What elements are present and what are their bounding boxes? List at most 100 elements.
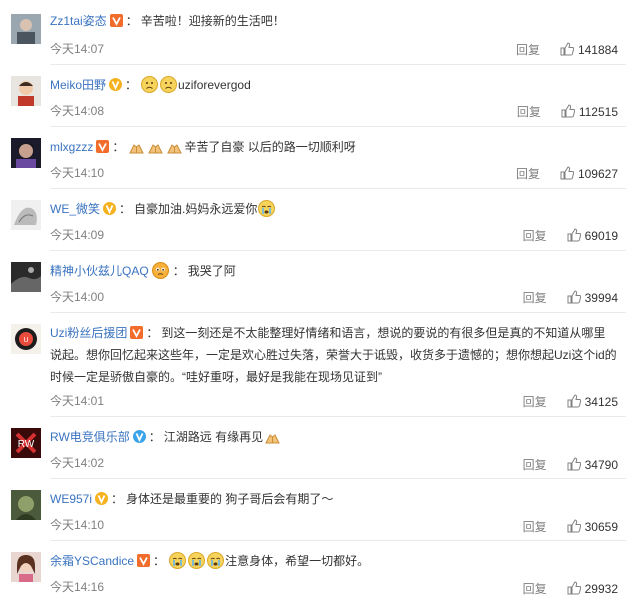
- like-count: 34125: [584, 395, 618, 409]
- username[interactable]: Zz1tai姿态: [50, 14, 107, 28]
- like-count: 30659: [584, 520, 618, 534]
- thumbs-up-icon: [567, 581, 581, 595]
- verified-badge-icon: [132, 430, 146, 443]
- comment-time: 今天14:01: [50, 394, 105, 408]
- comment-text: 注意身体，希望一切都好。: [225, 554, 370, 568]
- thumbs-up-icon: [567, 457, 581, 471]
- verified-badge-icon: [109, 14, 123, 27]
- comment-content: Meiko田野： uziforevergod: [50, 76, 251, 93]
- reply-button[interactable]: 回复: [523, 456, 547, 473]
- crying-face-icon: [169, 552, 187, 569]
- username[interactable]: Uzi粉丝后援团: [50, 326, 127, 340]
- avatar[interactable]: [11, 262, 41, 292]
- reply-button[interactable]: 回复: [523, 227, 547, 244]
- reply-button[interactable]: 回复: [523, 289, 547, 306]
- like-count: 34790: [584, 458, 618, 472]
- divider: [50, 188, 626, 189]
- teary-face-icon: [151, 262, 169, 279]
- reply-button[interactable]: 回复: [516, 41, 540, 58]
- comment-content: 余霜YSCandice：注意身体，希望一切都好。: [50, 552, 370, 569]
- username[interactable]: mlxgzzz: [50, 140, 93, 154]
- reply-button[interactable]: 回复: [523, 393, 547, 410]
- comment-text: 辛苦啦！迎接新的生活吧！: [140, 14, 285, 28]
- thumbs-up-icon: [567, 290, 581, 304]
- comment-text: 我哭了阿: [187, 264, 236, 278]
- comment-time: 今天14:08: [50, 104, 105, 118]
- thumbs-up-icon: [560, 166, 575, 180]
- username[interactable]: 精神小伙兹儿QAQ: [50, 264, 149, 278]
- verified-badge-icon: [130, 326, 144, 339]
- verified-badge-icon: [103, 202, 117, 215]
- thumbs-up-icon: [567, 394, 581, 408]
- svg-text:U: U: [23, 337, 28, 344]
- comment-actions: 回复 141884: [516, 41, 618, 58]
- comment-time: 今天14:10: [50, 166, 105, 180]
- verified-badge-icon: [95, 492, 109, 505]
- divider: [50, 416, 626, 417]
- username[interactable]: WE_微笑: [50, 202, 100, 216]
- comment-content: Zz1tai姿态：辛苦啦！迎接新的生活吧！: [50, 14, 285, 28]
- avatar[interactable]: RW: [11, 428, 41, 458]
- comment-content: mlxgzzz：辛苦了自豪 以后的路一切顺利呀: [50, 140, 356, 154]
- divider: [50, 478, 626, 479]
- comment-content: RW电竞俱乐部：江湖路远 有缘再见: [50, 426, 618, 448]
- like-button[interactable]: 141884: [560, 42, 618, 57]
- username[interactable]: Meiko田野: [50, 78, 106, 92]
- comment-actions: 回复 109627: [516, 165, 618, 182]
- comment-time: 今天14:16: [50, 580, 105, 594]
- comment-actions: 回复 112515: [517, 103, 618, 120]
- divider: [50, 540, 626, 541]
- avatar[interactable]: [11, 76, 41, 106]
- comment-text: 江湖路远 有缘再见: [163, 430, 264, 444]
- svg-text:RW: RW: [18, 439, 35, 450]
- avatar[interactable]: [11, 490, 41, 520]
- reply-button[interactable]: 回复: [523, 518, 547, 535]
- username[interactable]: 余霜YSCandice: [50, 554, 134, 568]
- like-button[interactable]: 112515: [561, 104, 618, 119]
- divider: [50, 250, 626, 251]
- username[interactable]: RW电竞俱乐部: [50, 430, 130, 444]
- praying-hands-icon: [264, 428, 281, 445]
- comment-time: 今天14:10: [50, 518, 105, 532]
- comment-content: 精神小伙兹儿QAQ：我哭了阿: [50, 262, 236, 279]
- verified-badge-icon: [137, 554, 151, 567]
- crying-face-icon: [207, 552, 225, 569]
- comment-text: 身体还是最重要的 狗子哥后会有期了～: [126, 492, 334, 506]
- avatar[interactable]: U: [11, 324, 41, 354]
- divider: [50, 126, 626, 127]
- crying-face-icon: [258, 200, 276, 217]
- comment-actions: 回复 30659: [523, 518, 618, 535]
- thumbs-up-icon: [561, 104, 575, 118]
- avatar[interactable]: [11, 200, 41, 230]
- thumbs-up-icon: [560, 42, 575, 56]
- comment-content: Uzi粉丝后援团：到这一刻还是不太能整理好情绪和语言，想说的要说的有很多但是真的…: [50, 326, 617, 384]
- divider: [50, 64, 626, 65]
- like-button[interactable]: 30659: [567, 519, 618, 534]
- divider: [50, 312, 626, 313]
- avatar[interactable]: [11, 138, 41, 168]
- comment-content: WE_微笑：自豪加油.妈妈永远爱你: [50, 198, 618, 220]
- comment-text: 自豪加油.妈妈永远爱你: [134, 202, 258, 216]
- like-button[interactable]: 29932: [567, 581, 618, 596]
- username[interactable]: WE957i: [50, 492, 92, 506]
- reply-button[interactable]: 回复: [516, 165, 540, 182]
- like-button[interactable]: 34125: [567, 394, 618, 409]
- avatar[interactable]: [11, 14, 41, 44]
- like-button[interactable]: 69019: [567, 228, 618, 243]
- like-button[interactable]: 39994: [567, 290, 618, 305]
- reply-button[interactable]: 回复: [523, 580, 547, 597]
- like-count: 39994: [584, 291, 618, 305]
- comment-actions: 回复 34125: [523, 393, 618, 410]
- comment-actions: 回复 69019: [523, 227, 618, 244]
- like-button[interactable]: 109627: [560, 166, 618, 181]
- like-count: 69019: [584, 229, 618, 243]
- avatar[interactable]: [11, 552, 41, 582]
- comment-time: 今天14:02: [50, 456, 105, 470]
- comment-time: 今天14:07: [50, 42, 105, 56]
- like-button[interactable]: 34790: [567, 457, 618, 472]
- comment-text: uziforevergod: [178, 78, 251, 92]
- comment-time: 今天14:00: [50, 290, 105, 304]
- reply-button[interactable]: 回复: [517, 103, 541, 120]
- like-count: 141884: [577, 43, 618, 57]
- comment-text: 辛苦了自豪 以后的路一切顺利呀: [184, 140, 356, 154]
